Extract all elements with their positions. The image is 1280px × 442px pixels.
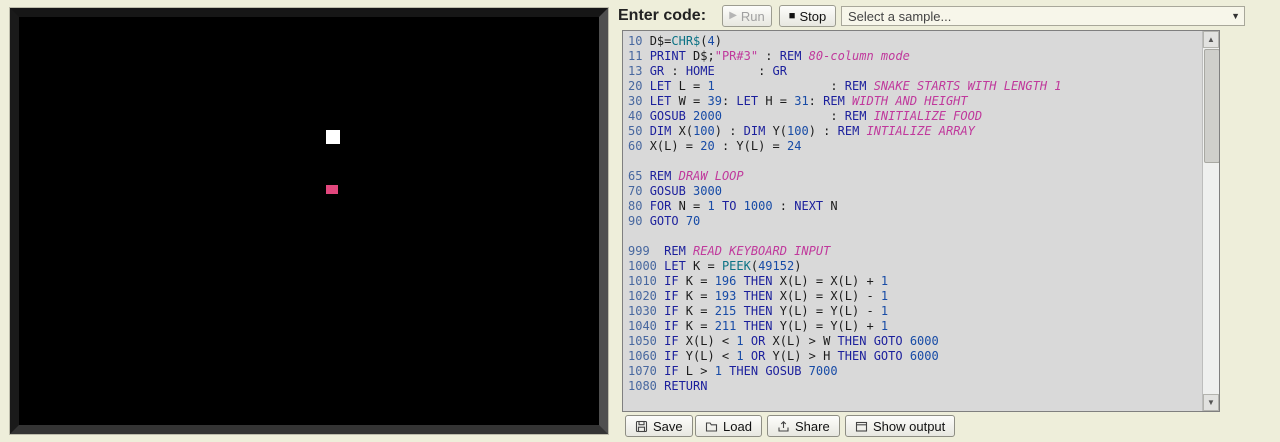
scroll-up-button[interactable]: ▲ bbox=[1203, 31, 1219, 48]
stop-button[interactable]: ■ Stop bbox=[779, 5, 836, 27]
sample-select-value: Select a sample... bbox=[848, 9, 1231, 24]
code-line: 1070 IF L > 1 THEN GOSUB 7000 bbox=[628, 364, 1202, 379]
code-line: 1040 IF K = 211 THEN Y(L) = Y(L) + 1 bbox=[628, 319, 1202, 334]
code-line: 1080 RETURN bbox=[628, 379, 1202, 394]
save-button-label: Save bbox=[653, 419, 683, 434]
code-line: 1020 IF K = 193 THEN X(L) = X(L) - 1 bbox=[628, 289, 1202, 304]
code-line bbox=[628, 394, 1202, 409]
code-line: 11 PRINT D$;"PR#3" : REM 80-column mode bbox=[628, 49, 1202, 64]
code-line: 999 REM READ KEYBOARD INPUT bbox=[628, 244, 1202, 259]
scrollbar-thumb[interactable] bbox=[1204, 49, 1220, 163]
show-output-button[interactable]: Show output bbox=[845, 415, 955, 437]
scroll-down-icon: ▼ bbox=[1207, 398, 1215, 407]
share-icon bbox=[777, 420, 790, 433]
code-line: 1999 REM INITIALIZE FOOD bbox=[628, 409, 1202, 411]
code-line: 65 REM DRAW LOOP bbox=[628, 169, 1202, 184]
run-button[interactable]: ▶ Run bbox=[722, 5, 772, 27]
editor-scrollbar[interactable]: ▲ ▼ bbox=[1202, 31, 1219, 411]
save-button[interactable]: Save bbox=[625, 415, 693, 437]
code-line bbox=[628, 154, 1202, 169]
enter-code-label: Enter code: bbox=[618, 7, 706, 25]
scroll-up-icon: ▲ bbox=[1207, 35, 1215, 44]
code-line: 1000 LET K = PEEK(49152) bbox=[628, 259, 1202, 274]
code-line: 1030 IF K = 215 THEN Y(L) = Y(L) - 1 bbox=[628, 304, 1202, 319]
code-editor[interactable]: 10 D$=CHR$(4)11 PRINT D$;"PR#3" : REM 80… bbox=[622, 30, 1220, 412]
play-icon: ▶ bbox=[729, 11, 737, 21]
code-line: 90 GOTO 70 bbox=[628, 214, 1202, 229]
code-lines: 10 D$=CHR$(4)11 PRINT D$;"PR#3" : REM 80… bbox=[623, 31, 1202, 411]
code-line: 13 GR : HOME : GR bbox=[628, 64, 1202, 79]
code-line: 30 LET W = 39: LET H = 31: REM WIDTH AND… bbox=[628, 94, 1202, 109]
code-line: 70 GOSUB 3000 bbox=[628, 184, 1202, 199]
folder-icon bbox=[705, 420, 718, 433]
code-line: 1050 IF X(L) < 1 OR X(L) > W THEN GOTO 6… bbox=[628, 334, 1202, 349]
window-icon bbox=[855, 420, 868, 433]
code-line: 10 D$=CHR$(4) bbox=[628, 34, 1202, 49]
code-line: 50 DIM X(100) : DIM Y(100) : REM INTIALI… bbox=[628, 124, 1202, 139]
app: Enter code: ▶ Run ■ Stop Select a sample… bbox=[0, 0, 1280, 442]
code-line: 1010 IF K = 196 THEN X(L) = X(L) + 1 bbox=[628, 274, 1202, 289]
stop-button-label: Stop bbox=[799, 9, 826, 24]
sample-select[interactable]: Select a sample... ▼ bbox=[841, 6, 1245, 26]
scroll-down-button[interactable]: ▼ bbox=[1203, 394, 1219, 411]
stop-icon: ■ bbox=[789, 11, 796, 22]
run-button-label: Run bbox=[741, 9, 765, 24]
code-line: 80 FOR N = 1 TO 1000 : NEXT N bbox=[628, 199, 1202, 214]
share-button-label: Share bbox=[795, 419, 830, 434]
load-button-label: Load bbox=[723, 419, 752, 434]
show-output-button-label: Show output bbox=[873, 419, 945, 434]
snake-pixel bbox=[326, 130, 340, 144]
code-line: 1060 IF Y(L) < 1 OR Y(L) > H THEN GOTO 6… bbox=[628, 349, 1202, 364]
chevron-down-icon: ▼ bbox=[1231, 11, 1240, 21]
apple2-screen bbox=[10, 8, 608, 434]
save-icon bbox=[635, 420, 648, 433]
code-line: 20 LET L = 1 : REM SNAKE STARTS WITH LEN… bbox=[628, 79, 1202, 94]
code-line: 60 X(L) = 20 : Y(L) = 24 bbox=[628, 139, 1202, 154]
load-button[interactable]: Load bbox=[695, 415, 762, 437]
code-line: 40 GOSUB 2000 : REM INITIALIZE FOOD bbox=[628, 109, 1202, 124]
code-line bbox=[628, 229, 1202, 244]
food-pixel bbox=[326, 185, 338, 194]
share-button[interactable]: Share bbox=[767, 415, 840, 437]
